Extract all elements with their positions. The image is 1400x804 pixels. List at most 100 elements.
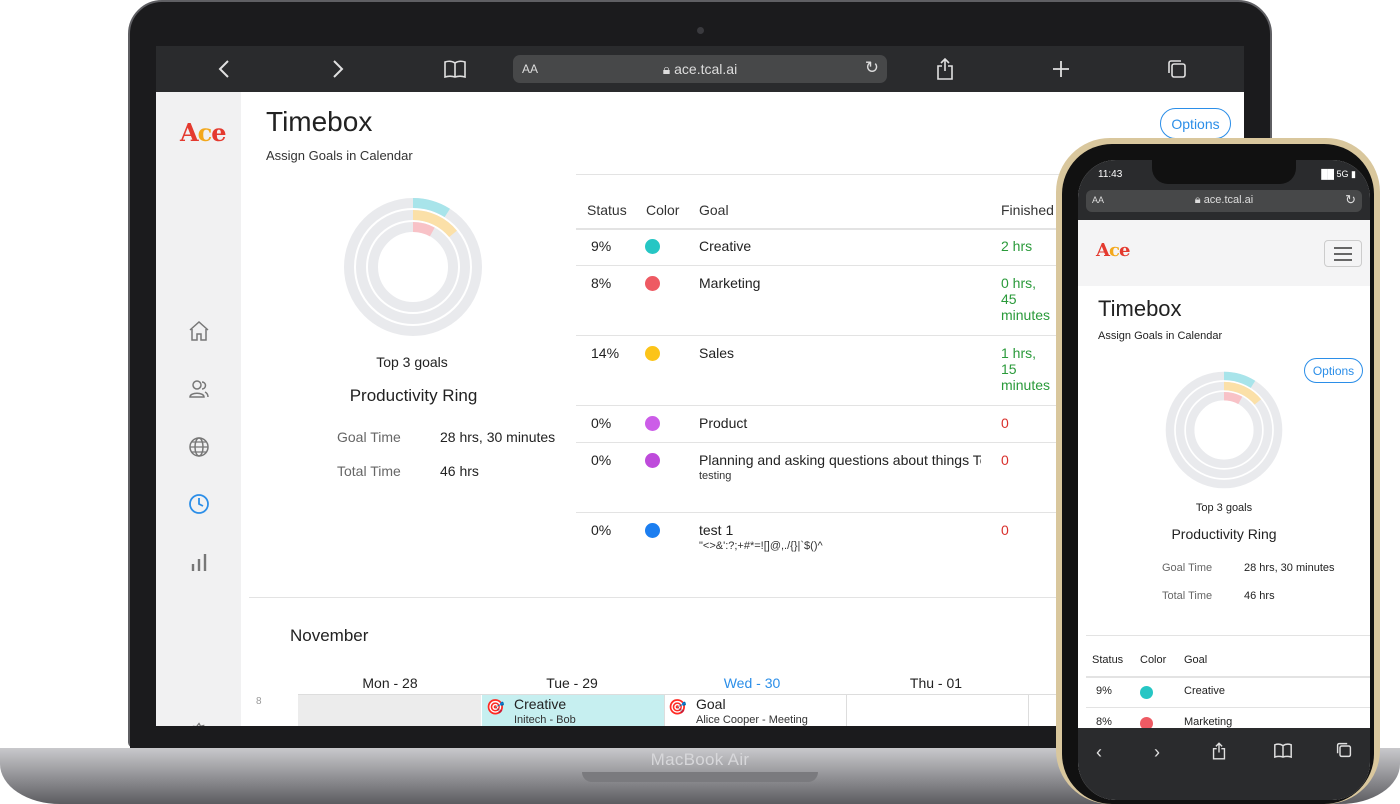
day-header[interactable]: Mon - 28: [300, 675, 480, 691]
phone-row-goal[interactable]: Marketing: [1184, 716, 1232, 728]
ring-segment: [412, 222, 435, 237]
browser-toolbar: AA 🔒︎ ace.tcal.ai ↻: [156, 46, 1244, 92]
row-status: 9%: [591, 238, 612, 254]
home-icon[interactable]: [184, 316, 214, 346]
share-icon[interactable]: [932, 55, 958, 83]
row-goal[interactable]: Marketing: [699, 275, 760, 291]
row-note: "<>&':?;+#*=![]@,./{}|`$()^: [699, 540, 823, 552]
calendar-cell-mon[interactable]: [298, 695, 481, 726]
globe-icon[interactable]: [184, 432, 214, 462]
row-status: 8%: [591, 275, 612, 291]
ring-title: Productivity Ring: [349, 386, 478, 405]
calendar-event-goal[interactable]: Goal Alice Cooper - Meeting: [696, 696, 808, 726]
phone-share-icon[interactable]: [1212, 742, 1226, 765]
phone-forward-icon[interactable]: ›: [1154, 742, 1160, 763]
phone-row-goal[interactable]: Creative: [1184, 685, 1225, 697]
laptop-hinge-notch: [582, 772, 818, 782]
total-time-label: Total Time: [337, 463, 401, 479]
logo-letter: A: [180, 118, 199, 147]
logo-letter: A: [1096, 240, 1110, 261]
phone-app-header: Ace: [1078, 220, 1370, 286]
phone-signal-label: 5G: [1336, 169, 1349, 179]
phone-row-status: 9%: [1096, 685, 1112, 697]
phone-url-text: 🔒︎ ace.tcal.ai: [1194, 194, 1254, 206]
ring-segment: [1223, 391, 1243, 405]
mockup-stage: MacBook Air AA 🔒︎ ace.tcal.ai ↻ Ace Time…: [0, 0, 1400, 804]
new-tab-icon[interactable]: [1048, 55, 1074, 83]
phone-back-icon[interactable]: ‹: [1096, 742, 1102, 763]
options-button[interactable]: Options: [1160, 108, 1231, 139]
row-color-dot: [645, 416, 660, 431]
row-status: 0%: [591, 415, 612, 431]
row-finished: 0: [1001, 452, 1009, 468]
header-status: Status: [587, 202, 627, 218]
forward-icon[interactable]: [326, 55, 350, 83]
row-goal[interactable]: test 1: [699, 522, 733, 538]
phone-page-subtitle: Assign Goals in Calendar: [1098, 330, 1223, 342]
total-time-value: 46 hrs: [440, 463, 479, 479]
day-header-today[interactable]: Wed - 30: [662, 675, 842, 691]
ring-track: [1185, 391, 1263, 469]
phone-header-color: Color: [1140, 654, 1167, 666]
logo-letter: e: [211, 118, 226, 147]
phone-row-divider: [1086, 707, 1370, 708]
header-goal: Goal: [699, 202, 729, 218]
sidebar: Ace: [156, 92, 241, 726]
row-status: 0%: [591, 452, 612, 468]
calendar-col-divider: [664, 695, 665, 726]
tabs-icon[interactable]: [1164, 55, 1190, 83]
row-color-dot: [645, 276, 660, 291]
event-detail: Alice Cooper - Meeting: [696, 714, 808, 726]
settings-gear-icon[interactable]: [184, 718, 214, 726]
url-text: 🔒︎ ace.tcal.ai: [662, 61, 738, 77]
phone-notch: [1152, 160, 1296, 184]
productivity-ring: [342, 196, 484, 343]
phone-ace-logo[interactable]: Ace: [1096, 240, 1130, 261]
phone-bookmarks-icon[interactable]: [1274, 742, 1292, 763]
phone-bezel: 11:43 ██ 5G ▮ AA 🔒︎ ace.tcal.ai ↻ Ace Ti…: [1062, 144, 1374, 804]
laptop-camera: [697, 27, 704, 34]
phone-row-color-dot: [1140, 686, 1153, 699]
row-goal[interactable]: Sales: [699, 345, 734, 361]
hour-label: 8: [256, 696, 262, 707]
users-icon[interactable]: [184, 374, 214, 404]
bookmarks-icon[interactable]: [442, 55, 468, 83]
phone-page-title: Timebox: [1098, 296, 1182, 321]
hamburger-menu-icon[interactable]: [1324, 240, 1362, 267]
row-color-dot: [645, 239, 660, 254]
address-bar[interactable]: AA 🔒︎ ace.tcal.ai ↻: [513, 55, 887, 83]
event-detail: Initech - Bob: [514, 714, 576, 726]
clock-icon[interactable]: [184, 489, 214, 519]
phone-frame: 11:43 ██ 5G ▮ AA 🔒︎ ace.tcal.ai ↻ Ace Ti…: [1056, 138, 1380, 804]
row-finished: 2 hrs: [1001, 238, 1033, 254]
phone-ring-title: Productivity Ring: [1171, 526, 1277, 542]
phone-header-divider: [1086, 676, 1370, 678]
phone-browser-bottom: ‹ ›: [1078, 728, 1370, 800]
phone-address-bar[interactable]: AA 🔒︎ ace.tcal.ai ↻: [1086, 190, 1362, 212]
day-header[interactable]: Thu - 01: [846, 675, 1026, 691]
ring-caption: Top 3 goals: [376, 354, 448, 370]
phone-reload-icon[interactable]: ↻: [1345, 192, 1356, 208]
day-header[interactable]: Tue - 29: [482, 675, 662, 691]
target-icon: 🎯: [486, 699, 505, 716]
calendar-col-divider: [1028, 695, 1029, 726]
calendar-col-divider: [846, 695, 847, 726]
ace-logo[interactable]: Ace: [180, 118, 227, 147]
phone-tabs-icon[interactable]: [1336, 742, 1352, 763]
logo-letter: c: [1108, 240, 1120, 261]
reload-icon[interactable]: ↻: [865, 58, 879, 78]
row-goal[interactable]: Creative: [699, 238, 751, 254]
logo-letter: e: [1118, 240, 1130, 261]
phone-screen: 11:43 ██ 5G ▮ AA 🔒︎ ace.tcal.ai ↻ Ace Ti…: [1078, 160, 1370, 800]
phone-options-button[interactable]: Options: [1304, 358, 1363, 383]
row-finished: 0: [1001, 522, 1009, 538]
event-title-text: Creative: [514, 696, 567, 712]
phone-row-status: 8%: [1096, 716, 1112, 728]
event-title-text: Goal: [696, 696, 726, 712]
back-icon[interactable]: [212, 55, 236, 83]
phone-ring-caption: Top 3 goals: [1195, 502, 1253, 514]
row-goal[interactable]: Product: [699, 415, 747, 431]
row-goal[interactable]: Planning and asking questions about thin…: [699, 452, 981, 468]
bar-chart-icon[interactable]: [184, 547, 214, 577]
goal-time-label: Goal Time: [337, 429, 401, 445]
